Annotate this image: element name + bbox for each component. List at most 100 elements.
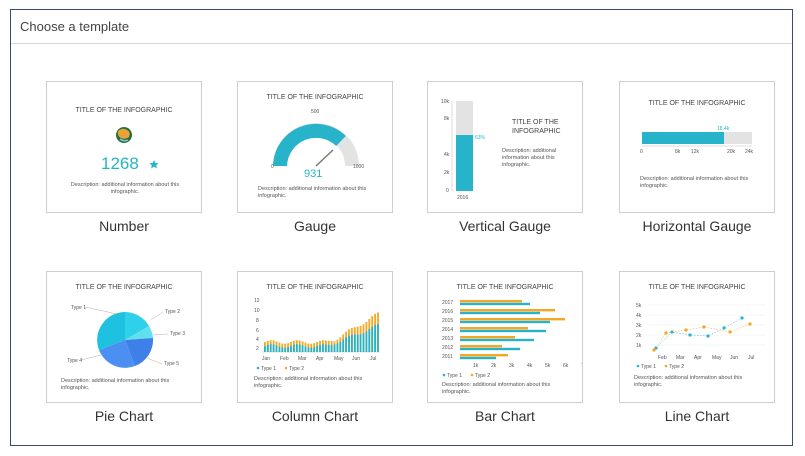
col-month: Jun [352, 356, 360, 362]
column-bar [362, 333, 365, 352]
vgauge-pct: 63% [475, 135, 486, 141]
template-card-column-chart[interactable]: TITLE OF THE INFOGRAPHIC 12 10 8 6 4 2 J… [237, 271, 393, 403]
template-card-number[interactable]: TITLE OF THE INFOGRAPHIC 1268 Descriptio… [46, 81, 202, 213]
bar-mark [460, 329, 546, 333]
template-card-gauge[interactable]: TITLE OF THE INFOGRAPHIC 0 500 1000 931 … [237, 81, 393, 213]
column-bar [333, 344, 336, 352]
column-bar [368, 329, 371, 352]
line-point [706, 334, 710, 338]
bar-mark [460, 356, 496, 360]
dialog-header: Choose a template [11, 10, 792, 44]
column-bar [324, 344, 327, 352]
vgauge-tick: 10k [441, 99, 450, 105]
line-point [740, 316, 744, 320]
template-card-vertical-gauge[interactable]: 10k 8k 4k 2k 0 63% 2016 TITLE OF THE INF… [427, 81, 583, 213]
card-description: Description: additional information abou… [502, 148, 557, 168]
hgauge-value: 18.4k [717, 126, 730, 132]
template-card-bar-chart[interactable]: TITLE OF THE INFOGRAPHIC 2017 2016 2015 … [427, 271, 583, 403]
template-card-horizontal-gauge[interactable]: TITLE OF THE INFOGRAPHIC 18.4k 0 8k 12k … [619, 81, 775, 213]
column-bar [284, 347, 287, 352]
bar-mark [460, 311, 540, 315]
line-point [652, 348, 656, 352]
col-month: Apr [316, 356, 324, 362]
column-bar [310, 347, 313, 352]
bar-xtick: 4k [527, 363, 533, 369]
column-bar [371, 326, 374, 352]
line-series: Type 2 [669, 364, 684, 370]
line-month: Jun [730, 355, 738, 361]
vgauge-tick: 8k [444, 116, 450, 122]
line-point [664, 331, 668, 335]
pie-legend: Type 5 [164, 361, 179, 367]
card-title: TITLE OF THE INFOGRAPHIC [512, 119, 561, 135]
template-label-number[interactable]: Number [46, 218, 202, 234]
card-description: Description: additional information abou… [61, 378, 170, 391]
column-bar [293, 344, 295, 352]
bar-xtick: 3k [509, 363, 515, 369]
horizontal-gauge-preview: 18.4k 0 8k 12k 20k 24k [640, 126, 754, 155]
line-month: Apr [694, 355, 702, 361]
column-bar [316, 345, 318, 352]
dialog-title: Choose a template [20, 19, 130, 34]
line-ytick: 3k [636, 323, 642, 329]
card-description: Description: additional information abou… [634, 375, 743, 388]
column-bar [266, 344, 269, 352]
bar-year: 2015 [442, 318, 453, 324]
column-bar [339, 341, 342, 352]
gauge-min: 0 [271, 164, 274, 170]
column-bar [319, 344, 321, 352]
column-bar [345, 337, 347, 352]
column-bar [330, 344, 333, 352]
bar-mark [460, 318, 565, 321]
col-month: Mar [298, 356, 307, 362]
bar-mark [460, 354, 508, 357]
column-bar [377, 324, 379, 352]
pie-legend: Type 4 [67, 358, 82, 364]
template-dialog: Choose a template TITLE OF THE INFOGRAPH… [10, 9, 793, 446]
template-label-vertical-gauge[interactable]: Vertical Gauge [427, 218, 583, 234]
line-point [688, 333, 692, 337]
bar-mark [460, 347, 520, 351]
template-label-line-chart[interactable]: Line Chart [619, 408, 775, 424]
line-point [684, 328, 688, 332]
template-card-pie-chart[interactable]: TITLE OF THE INFOGRAPHIC Type 1 Type 2 T… [46, 271, 202, 403]
template-label-bar-chart[interactable]: Bar Chart [427, 408, 583, 424]
bar-year: 2014 [442, 327, 453, 333]
template-label-pie-chart[interactable]: Pie Chart [46, 408, 202, 424]
template-label-horizontal-gauge[interactable]: Horizontal Gauge [619, 218, 775, 234]
column-bar [342, 339, 345, 352]
gauge-needle [315, 149, 334, 167]
col-ytick: 6 [256, 328, 259, 334]
bar-mark [460, 336, 515, 339]
card-description: Description: additional information abou… [254, 376, 363, 389]
card-description: Description: additional information abou… [258, 186, 367, 199]
bar-xtick: 7k [581, 363, 583, 369]
bar-mark [460, 320, 550, 324]
column-bar [287, 347, 289, 352]
template-label-column-chart[interactable]: Column Chart [237, 408, 393, 424]
col-ytick: 10 [254, 308, 260, 314]
column-bar [281, 347, 284, 352]
col-month: May [334, 356, 344, 362]
template-card-line-chart[interactable]: TITLE OF THE INFOGRAPHIC 5k 4k 3k 2k 1k … [619, 271, 775, 403]
column-bar [272, 344, 275, 352]
bar-xtick: 6k [563, 363, 569, 369]
pie-legend: Type 2 [165, 309, 180, 315]
bar-mark [460, 327, 528, 330]
column-bar [356, 334, 359, 352]
line-ytick: 1k [636, 343, 642, 349]
gauge-mid: 500 [311, 109, 320, 115]
bar-year: 2011 [442, 354, 453, 360]
column-bar [313, 347, 316, 352]
column-bar [275, 345, 278, 352]
bar-mark [460, 309, 555, 312]
line-month: Mar [676, 355, 685, 361]
bar-xtick: 5k [545, 363, 551, 369]
line-point [702, 325, 706, 329]
bar-mark [460, 302, 530, 306]
template-label-gauge[interactable]: Gauge [237, 218, 393, 234]
column-bar [348, 335, 350, 352]
vgauge-tick: 0 [446, 188, 449, 194]
line-series: Type 1 [641, 364, 656, 370]
column-bar [307, 347, 310, 352]
